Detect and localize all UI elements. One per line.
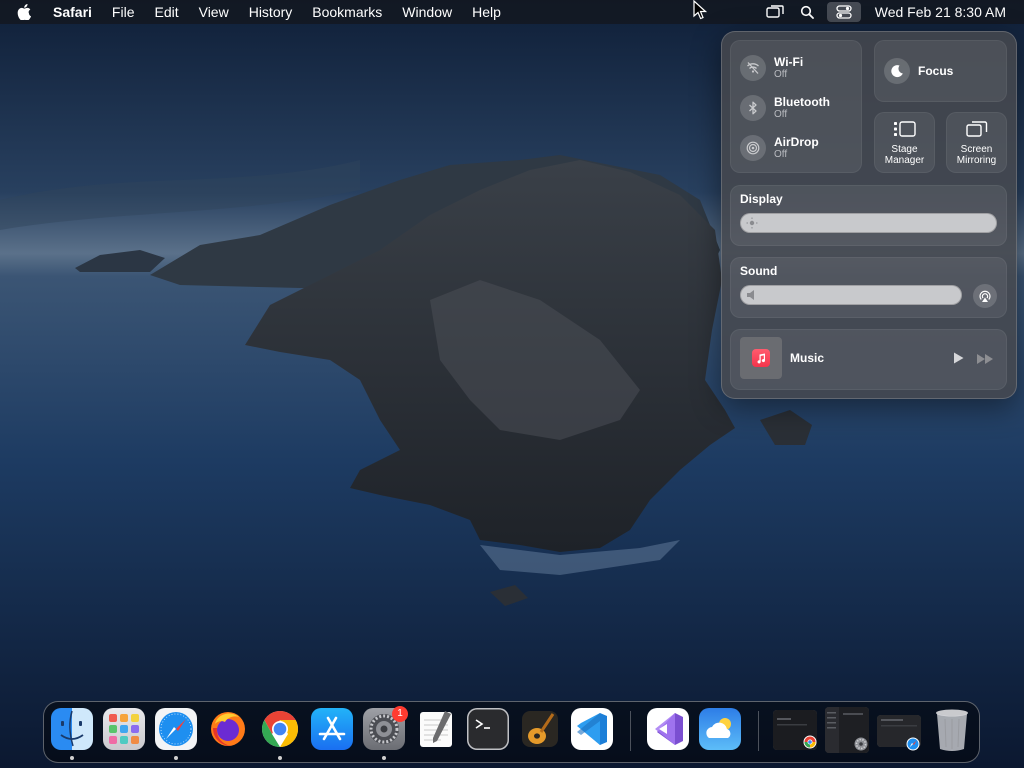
dock-firefox[interactable] [207,708,249,750]
airdrop-icon [740,135,766,161]
stage-manager-icon [893,120,917,143]
speaker-icon [746,288,758,307]
bluetooth-toggle[interactable]: Bluetooth Off [740,95,830,121]
menu-app-name[interactable]: Safari [51,0,102,24]
airplay-audio-icon[interactable] [973,284,997,308]
dock-chrome[interactable] [259,708,301,750]
focus-tile[interactable]: Focus [874,40,1007,102]
dock: 1 [43,701,980,763]
wifi-toggle[interactable]: Wi-Fi Off [740,55,803,81]
menu-edit[interactable]: Edit [144,0,188,24]
wifi-label: Wi-Fi [774,55,804,69]
airdrop-status: Off [774,149,788,160]
music-app-artwork[interactable] [740,337,782,379]
chrome-badge-icon [803,735,817,754]
music-tile: Music [730,329,1007,390]
screen-mirroring-icon [966,120,988,143]
menu-history[interactable]: History [239,0,303,24]
mouse-cursor-icon [693,0,707,20]
dock-safari[interactable] [155,708,197,750]
menu-help[interactable]: Help [462,0,511,24]
menu-file[interactable]: File [102,0,145,24]
sound-tile: Sound [730,257,1007,318]
sound-label: Sound [740,264,778,278]
settings-badge-icon [854,737,868,756]
dock-visual-studio[interactable] [647,708,689,750]
bluetooth-status: Off [774,109,788,120]
dock-launchpad[interactable] [103,708,145,750]
dock-textedit[interactable] [415,708,457,750]
dock-garageband[interactable] [519,708,561,750]
menu-window[interactable]: Window [392,0,462,24]
spotlight-search-icon[interactable] [795,2,819,22]
connectivity-tile: Wi-Fi Off Bluetooth Off AirDrop Off [730,40,862,173]
running-indicator [278,756,282,760]
menu-clock[interactable]: Wed Feb 21 8:30 AM [875,4,1006,20]
menu-bar: Safari File Edit View History Bookmarks … [0,0,1024,24]
stage-manager-label-line2: Manager [884,155,925,166]
notification-badge: 1 [392,706,408,722]
running-indicator [382,756,386,760]
moon-icon [884,58,910,84]
control-center-icon[interactable] [826,2,861,22]
dock-app-store[interactable] [311,708,353,750]
dock-trash[interactable] [931,707,973,753]
control-center-panel: Wi-Fi Off Bluetooth Off AirDrop Off Focu… [721,31,1017,399]
fast-forward-icon[interactable] [976,352,994,370]
music-label: Music [790,351,825,365]
dock-terminal[interactable] [467,708,509,750]
apple-menu-icon[interactable] [17,2,37,22]
bluetooth-icon [740,95,766,121]
screen-mirroring-label-line1: Screen [960,144,993,155]
wifi-status: Off [774,69,788,80]
dock-finder[interactable] [51,708,93,750]
menu-view[interactable]: View [189,0,239,24]
safari-badge-icon [906,737,920,756]
stage-manager-label-line1: Stage [891,144,918,155]
airdrop-toggle[interactable]: AirDrop Off [740,135,819,161]
display-tile: Display [730,185,1007,246]
dock-separator [630,711,631,751]
running-indicator [174,756,178,760]
music-note-icon [752,349,770,367]
stage-manager-tile[interactable]: Stage Manager [874,112,935,173]
display-brightness-slider[interactable] [740,213,997,233]
screen-mirroring-tile[interactable]: Screen Mirroring [946,112,1007,173]
sun-icon [746,216,758,235]
screen-mirroring-icon[interactable] [763,2,787,22]
dock-weather[interactable] [699,708,741,750]
sound-volume-slider[interactable] [740,285,962,305]
focus-label: Focus [918,64,954,78]
dock-separator [758,711,759,751]
dock-vscode[interactable] [571,708,613,750]
wifi-off-icon [740,55,766,81]
running-indicator [70,756,74,760]
airdrop-label: AirDrop [774,135,819,149]
screen-mirroring-label-line2: Mirroring [956,155,997,166]
bluetooth-label: Bluetooth [774,95,830,109]
menu-bookmarks[interactable]: Bookmarks [302,0,392,24]
display-label: Display [740,192,783,206]
play-icon[interactable] [951,351,965,370]
